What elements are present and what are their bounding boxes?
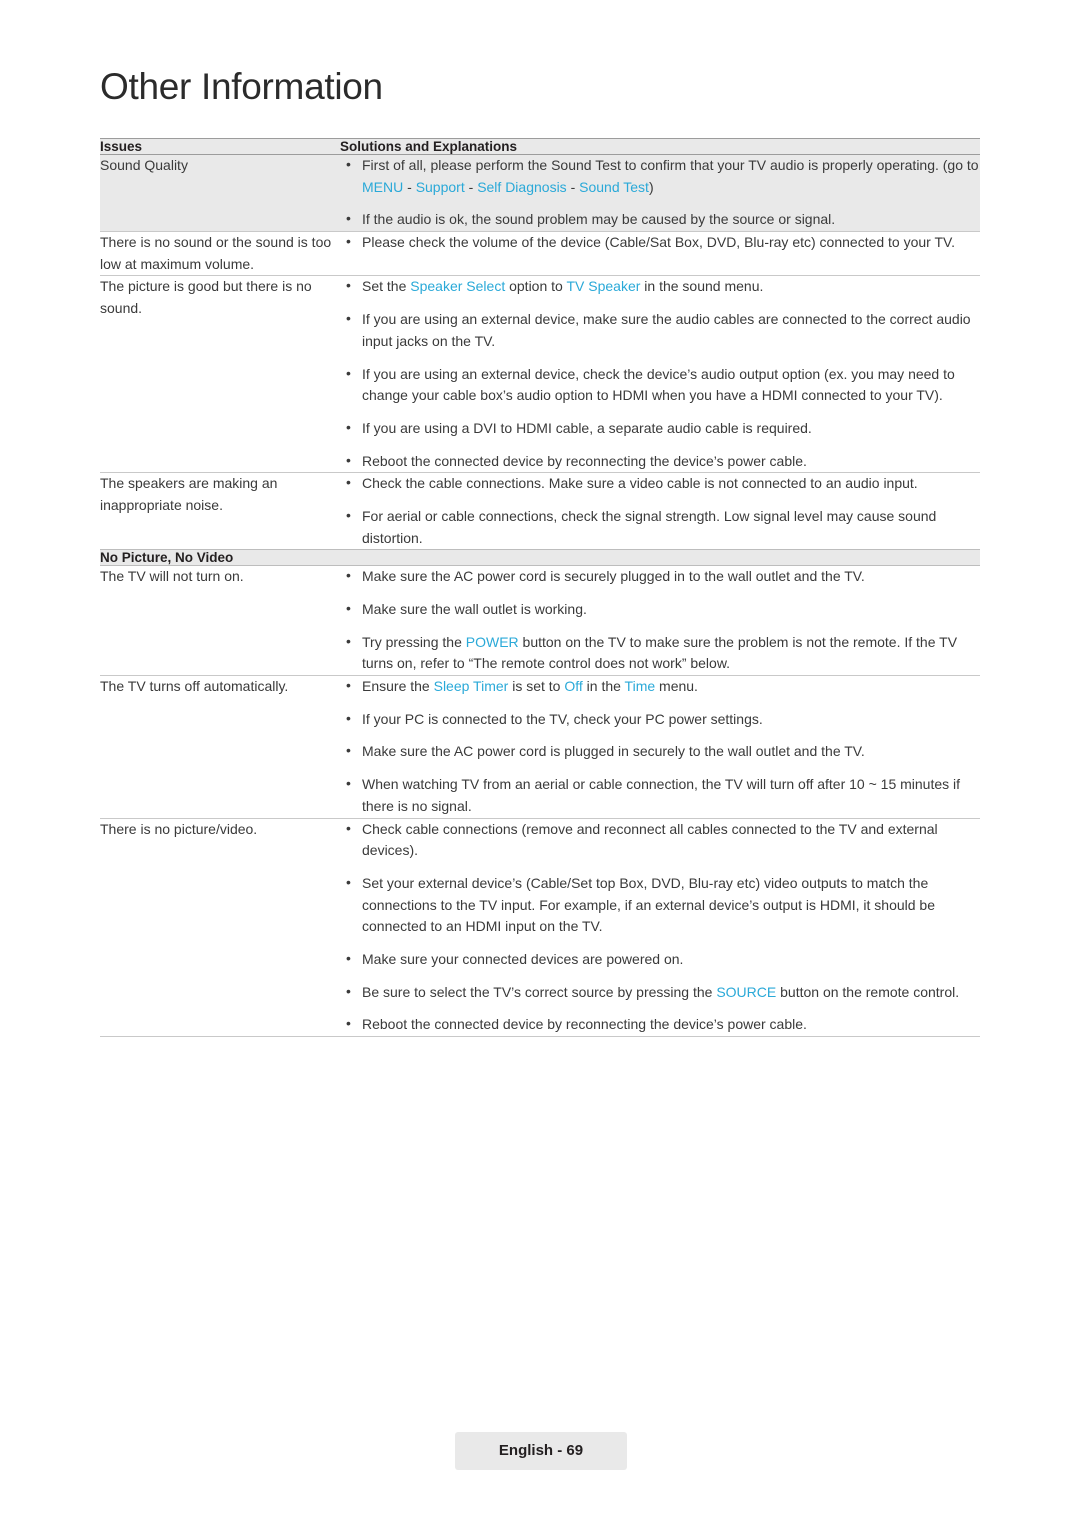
- list-item: Check cable connections (remove and reco…: [340, 817, 980, 862]
- table-row: There is no picture/video. Check cable c…: [100, 817, 980, 1037]
- list-item: Make sure the AC power cord is plugged i…: [340, 740, 980, 763]
- source-term: SOURCE: [716, 983, 777, 1000]
- list-item: If your PC is connected to the TV, check…: [340, 708, 980, 731]
- list-item: Set the Speaker Select option to TV Spea…: [340, 275, 980, 298]
- troubleshooting-table: Issues Solutions and Explanations Sound …: [100, 138, 980, 1037]
- list-item: Set your external device’s (Cable/Set to…: [340, 872, 980, 938]
- speaker-select-term: Speaker Select: [410, 278, 506, 295]
- support-term: Support: [415, 178, 465, 195]
- table-row: Sound Quality First of all, please perfo…: [100, 154, 980, 233]
- section-header-row: No Picture, No Video: [100, 549, 980, 567]
- page-title: Other Information: [100, 66, 383, 107]
- table-row: The speakers are making an inappropriate…: [100, 472, 980, 550]
- solution-cell: First of all, please perform the Sound T…: [340, 154, 980, 233]
- table-row: The TV will not turn on. Make sure the A…: [100, 565, 980, 677]
- issue-cell: There is no picture/video.: [100, 818, 340, 1037]
- off-term: Off: [564, 678, 583, 695]
- issue-cell: The picture is good but there is no soun…: [100, 275, 340, 474]
- column-header-solutions: Solutions and Explanations: [340, 138, 980, 155]
- list-item: Please check the volume of the device (C…: [340, 231, 980, 254]
- issue-cell: The TV turns off automatically.: [100, 675, 340, 819]
- list-item: Make sure your connected devices are pow…: [340, 948, 980, 971]
- list-item: Make sure the AC power cord is securely …: [340, 565, 980, 588]
- list-item: Check the cable connections. Make sure a…: [340, 472, 980, 495]
- list-item: Be sure to select the TV’s correct sourc…: [340, 981, 980, 1004]
- list-item: First of all, please perform the Sound T…: [340, 154, 980, 198]
- list-item: If you are using a DVI to HDMI cable, a …: [340, 417, 980, 440]
- document-page: Other Information Issues Solutions and E…: [0, 0, 1080, 1519]
- list-item: Ensure the Sleep Timer is set to Off in …: [340, 675, 980, 698]
- list-item: When watching TV from an aerial or cable…: [340, 773, 980, 817]
- issue-cell: There is no sound or the sound is too lo…: [100, 231, 340, 277]
- page-number-label: English - 69: [498, 1442, 584, 1459]
- solution-cell: Set the Speaker Select option to TV Spea…: [340, 275, 980, 474]
- issue-cell: The TV will not turn on.: [100, 565, 340, 677]
- menu-term: MENU: [362, 178, 404, 195]
- solution-cell: Make sure the AC power cord is securely …: [340, 565, 980, 677]
- table-header-row: Issues Solutions and Explanations: [100, 138, 980, 155]
- sleep-timer-term: Sleep Timer: [433, 678, 509, 695]
- list-item: For aerial or cable connections, check t…: [340, 505, 980, 549]
- sound-test-term: Sound Test: [579, 178, 649, 195]
- power-term: POWER: [465, 633, 519, 650]
- tv-speaker-term: TV Speaker: [566, 278, 641, 295]
- list-item: Try pressing the POWER button on the TV …: [340, 631, 980, 675]
- table-row: There is no sound or the sound is too lo…: [100, 231, 980, 277]
- issue-cell: Sound Quality: [100, 154, 340, 233]
- solution-cell: Check the cable connections. Make sure a…: [340, 472, 980, 550]
- issue-cell: The speakers are making an inappropriate…: [100, 475, 278, 513]
- section-header-label: No Picture, No Video: [100, 549, 980, 567]
- list-item: Make sure the wall outlet is working.: [340, 598, 980, 621]
- solution-cell: Please check the volume of the device (C…: [340, 231, 980, 277]
- column-header-issues: Issues: [100, 138, 340, 155]
- list-item: If the audio is ok, the sound problem ma…: [340, 208, 980, 231]
- table-row: The TV turns off automatically. Ensure t…: [100, 675, 980, 819]
- solution-cell: Ensure the Sleep Timer is set to Off in …: [340, 675, 980, 819]
- solution-cell: Check cable connections (remove and reco…: [340, 817, 980, 1037]
- list-item: Reboot the connected device by reconnect…: [340, 450, 980, 473]
- self-diagnosis-term: Self Diagnosis: [477, 178, 567, 195]
- list-item: Reboot the connected device by reconnect…: [340, 1013, 980, 1036]
- time-term: Time: [624, 678, 656, 695]
- list-item: If you are using an external device, mak…: [340, 308, 980, 352]
- page-footer: English - 69: [455, 1432, 627, 1470]
- table-row: The picture is good but there is no soun…: [100, 275, 980, 474]
- list-item: If you are using an external device, che…: [340, 362, 980, 407]
